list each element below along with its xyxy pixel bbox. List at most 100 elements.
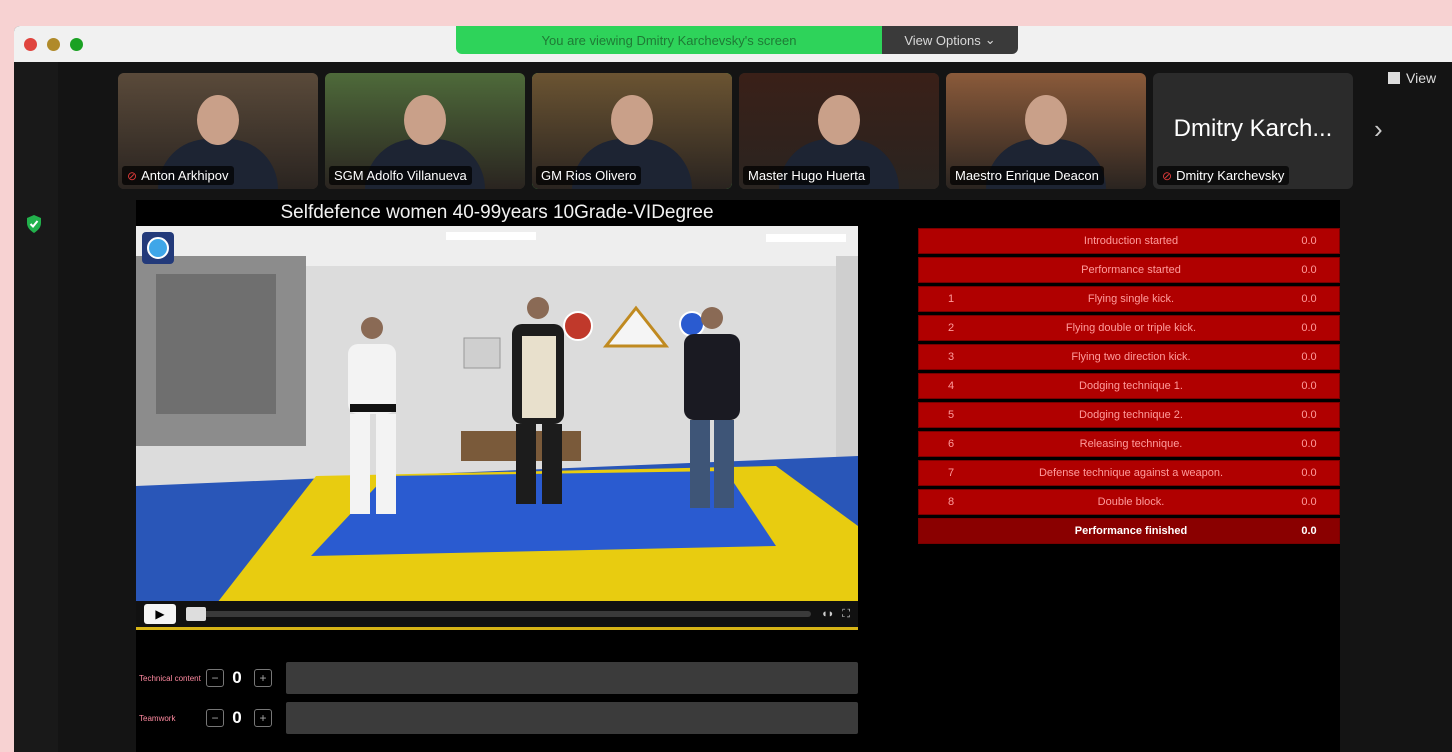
participant-name: GM Rios Olivero [541, 168, 637, 183]
technique-row[interactable]: 1 Flying single kick. 0.0 [918, 286, 1340, 312]
participant-name: Dmitry Karchevsky [1176, 168, 1285, 183]
technique-description: Introduction started [1083, 235, 1179, 247]
participant-name-tag: ⊘ Dmitry Karchevsky [1157, 166, 1290, 185]
technique-row[interactable]: 8 Double block. 0.0 [918, 489, 1340, 515]
maximize-window-button[interactable] [70, 38, 83, 51]
technique-row[interactable]: Performance finished 0.0 [918, 518, 1340, 544]
technique-description: Dodging technique 1. [1079, 380, 1183, 392]
video-frame [136, 226, 858, 627]
video-player[interactable]: ▶ ◖◗ ⛶ [136, 226, 858, 630]
participant-name: SGM Adolfo Villanueva [334, 168, 467, 183]
participant-name-tag: ⊘ Anton Arkhipov [122, 166, 234, 185]
screen-share-banner: You are viewing Dmitry Karchevsky's scre… [456, 26, 882, 54]
technique-row[interactable]: 4 Dodging technique 1. 0.0 [918, 373, 1340, 399]
volume-icon[interactable]: ◖◗ [821, 608, 834, 620]
participant-head [1025, 95, 1067, 145]
technique-score: 0.0 [1301, 322, 1317, 334]
technique-row[interactable]: 5 Dodging technique 2. 0.0 [918, 402, 1340, 428]
technique-row[interactable]: 2 Flying double or triple kick. 0.0 [918, 315, 1340, 341]
technique-number: 2 [947, 322, 955, 334]
participant-name-tag: Master Hugo Huerta [743, 166, 871, 185]
technique-description: Double block. [1097, 496, 1165, 508]
participant-name-tag: Maestro Enrique Deacon [950, 166, 1104, 185]
technique-score: 0.0 [1301, 380, 1317, 392]
shared-screen-app: Selfdefence women 40-99years 10Grade-VID… [136, 200, 1340, 752]
technique-score: 0.0 [1301, 293, 1317, 305]
play-icon: ▶ [155, 607, 165, 621]
view-button[interactable]: View [1388, 70, 1436, 86]
participant-head [404, 95, 446, 145]
technique-row[interactable]: Introduction started 0.0 [918, 228, 1340, 254]
view-options-button[interactable]: View Options ⌄ [882, 26, 1018, 54]
technique-description: Releasing technique. [1079, 438, 1183, 450]
participant-tile[interactable]: Dmitry Karch... ⊘ Dmitry Karchevsky [1153, 73, 1353, 189]
score-panel: Technical content −0 + Teamwork −0 + [136, 658, 858, 738]
participant-name: Master Hugo Huerta [748, 168, 866, 183]
score-slider[interactable] [286, 662, 858, 694]
technique-score: 0.0 [1301, 409, 1317, 421]
title-bar: You are viewing Dmitry Karchevsky's scre… [14, 26, 1452, 62]
video-progress-bar[interactable] [186, 607, 811, 621]
technique-description: Defense technique against a weapon. [1038, 467, 1224, 479]
participant-tile[interactable]: Maestro Enrique Deacon [946, 73, 1146, 189]
technique-description: Dodging technique 2. [1079, 409, 1183, 421]
technique-row[interactable]: 6 Releasing technique. 0.0 [918, 431, 1340, 457]
technique-number: 1 [947, 293, 955, 305]
technique-number: 4 [947, 380, 955, 392]
technique-score: 0.0 [1301, 525, 1317, 537]
technique-number: 3 [947, 351, 955, 363]
technique-description: Flying single kick. [1087, 293, 1175, 305]
organization-logo-icon [142, 232, 174, 264]
participant-tile[interactable]: Master Hugo Huerta [739, 73, 939, 189]
increment-button[interactable]: + [254, 669, 272, 687]
participant-name: Maestro Enrique Deacon [955, 168, 1099, 183]
technique-score: 0.0 [1301, 496, 1317, 508]
technique-score: 0.0 [1301, 438, 1317, 450]
video-controls: ▶ ◖◗ ⛶ [136, 601, 858, 627]
techniques-table: Introduction started 0.0 Performance start… [918, 228, 1340, 547]
chevron-down-icon: ⌄ [984, 32, 996, 47]
minimize-window-button[interactable] [47, 38, 60, 51]
chevron-right-icon[interactable]: › [1374, 114, 1383, 145]
grid-view-icon [1388, 72, 1400, 84]
technique-number: 5 [947, 409, 955, 421]
score-row: Technical content −0 + [136, 658, 858, 698]
participant-tile[interactable]: ⊘ Anton Arkhipov [118, 73, 318, 189]
technique-number: 8 [947, 496, 955, 508]
play-button[interactable]: ▶ [144, 604, 176, 624]
mic-muted-icon: ⊘ [1162, 168, 1173, 183]
participant-tile[interactable]: SGM Adolfo Villanueva [325, 73, 525, 189]
technique-description: Flying two direction kick. [1071, 351, 1191, 363]
score-value: 0 [232, 708, 242, 727]
score-slider[interactable] [286, 702, 858, 734]
participant-display-name: Dmitry Karch... [1173, 115, 1333, 142]
decrement-button[interactable]: − [206, 709, 224, 727]
score-value: 0 [232, 668, 242, 687]
view-label: View [1406, 70, 1437, 86]
left-strip [14, 62, 58, 752]
decrement-button[interactable]: − [206, 669, 224, 687]
technique-row[interactable]: Performance started 0.0 [918, 257, 1340, 283]
technique-row[interactable]: 3 Flying two direction kick. 0.0 [918, 344, 1340, 370]
zoom-window: You are viewing Dmitry Karchevsky's scre… [14, 26, 1452, 752]
fullscreen-icon[interactable]: ⛶ [842, 608, 850, 621]
technique-description: Performance finished [1074, 525, 1188, 537]
close-window-button[interactable] [24, 38, 37, 51]
participant-head [818, 95, 860, 145]
technique-score: 0.0 [1301, 467, 1317, 479]
event-title: Selfdefence women 40-99years 10Grade-VID… [280, 202, 714, 223]
increment-button[interactable]: + [254, 709, 272, 727]
technique-row[interactable]: 7 Defense technique against a weapon. 0.0 [918, 460, 1340, 486]
participant-gallery: ⊘ Anton Arkhipov SGM Adolfo Villanueva GM R… [118, 73, 1353, 189]
score-row: Teamwork −0 + [136, 698, 858, 738]
mic-muted-icon: ⊘ [127, 168, 138, 183]
view-options-label: View Options [904, 32, 981, 48]
progress-knob[interactable] [186, 607, 206, 621]
participant-tile[interactable]: GM Rios Olivero [532, 73, 732, 189]
security-shield-icon[interactable] [25, 214, 43, 234]
participant-name: Anton Arkhipov [141, 168, 229, 183]
technique-score: 0.0 [1301, 264, 1317, 276]
score-label: Teamwork [139, 713, 176, 723]
technique-description: Flying double or triple kick. [1065, 322, 1197, 334]
technique-number: 7 [947, 467, 955, 479]
